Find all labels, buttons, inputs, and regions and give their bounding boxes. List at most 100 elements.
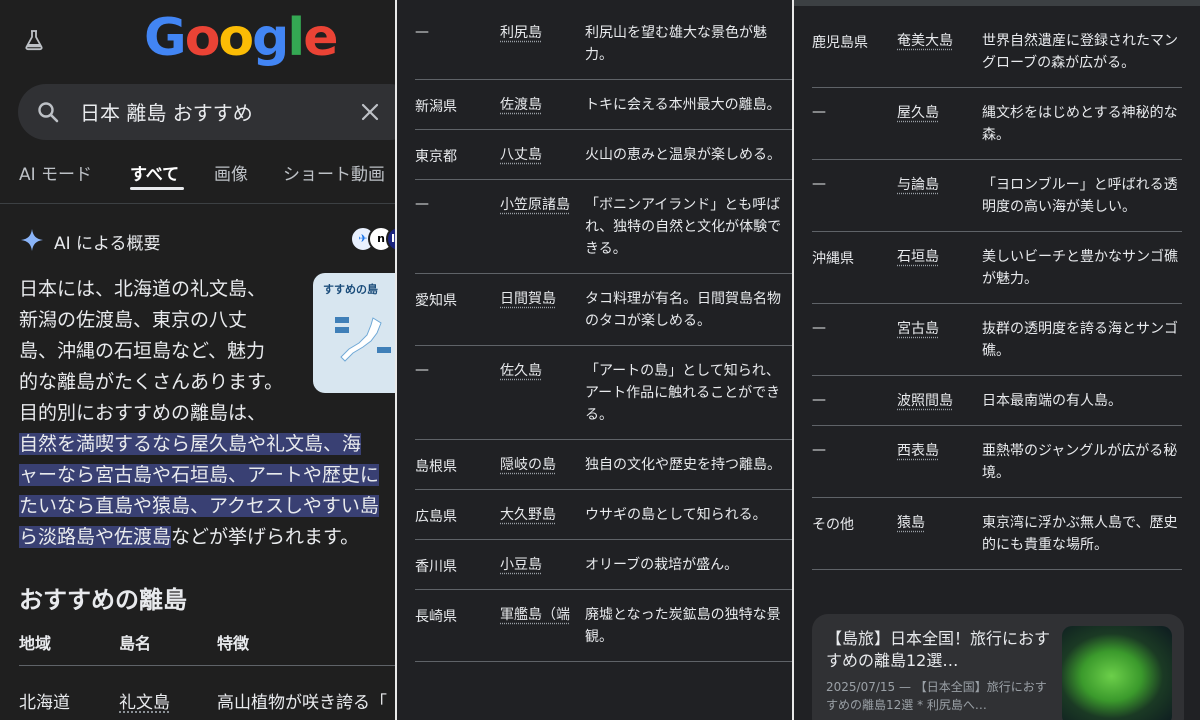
table-row: — 宮古島 抜群の透明度を誇る海とサンゴ礁。 [812, 304, 1182, 376]
tab-ai-mode[interactable]: AI モード [19, 160, 92, 185]
table-cell-feature: タコ料理が有名。日間賀島名物のタコが楽しめる。 [585, 291, 781, 329]
table-cell-region: — [812, 320, 826, 336]
table-cell-feature: 抜群の透明度を誇る海とサンゴ礁。 [982, 321, 1178, 359]
table-cell-region: 香川県 [415, 559, 457, 575]
table-cell-region: — [812, 392, 826, 408]
news-result-card[interactable]: 【島旅】日本全国！旅行におすすめの離島12選… 2025/07/15 — 【日本… [812, 614, 1184, 720]
column-header-feature: 特徴 [217, 634, 250, 653]
summary-line: 自然を満喫するなら屋久島や礼文島、海 [19, 429, 395, 460]
highlighted-text[interactable]: ャーなら宮古島や石垣島、アートや歴史に [19, 464, 379, 486]
table-cell-region: — [415, 24, 429, 40]
table-cell-region: 島根県 [415, 459, 457, 475]
table-cell-region: 愛知県 [415, 293, 457, 309]
table-row: その他 猿島 東京湾に浮かぶ無人島で、歴史的にも貴重な場所。 [812, 498, 1182, 570]
table-cell-feature: 世界自然遺産に登録されたマングローブの森が広がる。 [982, 33, 1178, 71]
recommended-islands-heading: おすすめの離島 [19, 586, 187, 614]
source-icons[interactable]: ✈ n IIS [330, 226, 395, 254]
table-cell-island-link[interactable]: 屋久島 [897, 102, 967, 124]
table-row: 島根県 隠岐の島 独自の文化や歴史を持つ離島。 [415, 440, 792, 490]
tab-short-videos[interactable]: ショート動画 [283, 160, 385, 185]
logo-letter: e [303, 8, 338, 68]
table-row: 愛知県 日間賀島 タコ料理が有名。日間賀島名物のタコが楽しめる。 [415, 274, 792, 346]
table-row: — 与論島 「ヨロンブルー」と呼ばれる透明度の高い海が美しい。 [812, 160, 1182, 232]
highlighted-text[interactable]: たいなら直島や猿島、アクセスしやすい島 [19, 495, 379, 517]
summary-text: 的な離島がたくさんあります。 [19, 371, 284, 393]
table-cell-region: — [812, 104, 826, 120]
summary-line: 新潟の佐渡島、東京の八丈 [19, 305, 395, 336]
table-cell-island-link[interactable]: 佐久島 [500, 360, 570, 382]
table-row: — 西表島 亜熱帯のジャングルが広がる秘境。 [812, 426, 1182, 498]
tab-all[interactable]: すべて [130, 160, 179, 185]
table-cell-island-link[interactable]: 小豆島 [500, 554, 570, 576]
table-cell-feature: トキに会える本州最大の離島。 [585, 97, 781, 113]
islands-table-panel-2: — 利尻島 利尻山を望む雄大な景色が魅力。 新潟県 佐渡島 トキに会える本州最大の離島。東… [397, 0, 792, 720]
logo-letter: g [252, 8, 289, 68]
table-cell-feature: 「アートの島」として知られ、アート作品に触れることができる。 [585, 363, 781, 423]
table-cell-feature: 火山の恵みと温泉が楽しめる。 [585, 147, 781, 163]
table-cell-island-link[interactable]: 与論島 [897, 174, 967, 196]
table-cell-feature: 「ボニンアイランド」とも呼ばれ、独特の自然と文化が体験できる。 [585, 197, 782, 257]
ai-overview-summary: 日本には、北海道の礼文島、新潟の佐渡島、東京の八丈島、沖縄の石垣島など、魅力 的な… [19, 274, 395, 553]
summary-line: 的な離島がたくさんあります。 [19, 367, 395, 398]
table-cell-region: 北海道 [19, 693, 70, 713]
labs-flask-icon[interactable] [22, 28, 46, 52]
search-bar[interactable]: 日本 離島 おすすめ [18, 84, 395, 140]
summary-line: 日本には、北海道の礼文島、 [19, 274, 395, 305]
table-cell-region: 長崎県 [415, 609, 457, 625]
table-cell-island-link[interactable]: 石垣島 [897, 246, 967, 268]
active-tab-indicator [130, 187, 184, 190]
table-cell-island-link[interactable]: 日間賀島 [500, 288, 570, 310]
table-cell-feature: 東京湾に浮かぶ無人島で、歴史的にも貴重な場所。 [982, 515, 1178, 553]
top-status-strip [794, 0, 1200, 6]
table-cell-feature: 縄文杉をはじめとする神秘的な森。 [982, 105, 1178, 143]
summary-text: 日本には、北海道の礼文島、 [19, 278, 267, 300]
table-row: 沖縄県 石垣島 美しいビーチと豊かなサンゴ礁が魅力。 [812, 232, 1182, 304]
summary-line: ャーなら宮古島や石垣島、アートや歴史に [19, 460, 395, 491]
table-cell-feature: 独自の文化や歴史を持つ離島。 [585, 457, 781, 473]
table-cell-region: — [415, 196, 429, 212]
table-row: — 波照間島 日本最南端の有人島。 [812, 376, 1182, 426]
table-cell-island-link[interactable]: 宮古島 [897, 318, 967, 340]
table-cell-island-link[interactable]: 軍艦島（端 [500, 604, 570, 626]
table-row: — 小笠原諸島 「ボニンアイランド」とも呼ばれ、独特の自然と文化が体験できる。 [415, 180, 792, 274]
table-cell-island-link[interactable]: 隠岐の島 [500, 454, 570, 476]
table-cell-feature: 「ヨロンブルー」と呼ばれる透明度の高い海が美しい。 [982, 177, 1178, 215]
table-cell-island-link[interactable]: 西表島 [897, 440, 967, 462]
search-icon [38, 102, 59, 123]
ai-spark-icon [21, 229, 43, 251]
table-cell-island-link[interactable]: 猿島 [897, 512, 967, 534]
table-cell-island-link[interactable]: 小笠原諸島 [500, 194, 570, 216]
google-doodle-logo[interactable]: Google [144, 8, 339, 68]
table-cell-island-link[interactable]: 佐渡島 [500, 94, 570, 116]
logo-letter: G [144, 8, 187, 68]
table-cell-region: — [812, 442, 826, 458]
table-row: 長崎県 軍艦島（端 廃墟となった炭鉱島の独特な景観。 [415, 590, 792, 662]
table-cell-island-link[interactable]: 大久野島 [500, 504, 570, 526]
search-results-panel: Google 日本 離島 おすすめ AI モード すべて 画像 ショート動画 A… [0, 0, 395, 720]
summary-line: 目的別におすすめの離島は、 [19, 398, 395, 429]
table-row: 広島県 大久野島 ウサギの島として知られる。 [415, 490, 792, 540]
table-cell-island-link[interactable]: 奄美大島 [897, 30, 967, 52]
summary-text: などが挙げられます。 [171, 526, 360, 548]
search-input[interactable]: 日本 離島 おすすめ [80, 97, 253, 126]
summary-text: 島、沖縄の石垣島など、魅力 [19, 340, 266, 362]
highlighted-text[interactable]: ら淡路島や佐渡島 [19, 526, 172, 548]
news-snippet: 2025/07/15 — 【日本全国】旅行におすすめの離島12選 * 利尻島へ… [826, 680, 1047, 712]
table-cell-island-link[interactable]: 利尻島 [500, 22, 570, 44]
table-cell-feature: 高山植物が咲き誇る「 [217, 693, 387, 713]
logo-letter: o [218, 8, 254, 68]
table-row: 鹿児島県 奄美大島 世界自然遺産に登録されたマングローブの森が広がる。 [812, 16, 1182, 88]
clear-icon[interactable] [358, 100, 382, 124]
table-cell-island-link[interactable]: 八丈島 [500, 144, 570, 166]
table-cell-island-link[interactable]: 礼文島 [119, 688, 170, 713]
column-header-island: 島名 [119, 634, 152, 653]
logo-letter: l [287, 8, 305, 68]
table-row: — 利尻島 利尻山を望む雄大な景色が魅力。 [415, 8, 792, 80]
tab-images[interactable]: 画像 [214, 160, 248, 185]
table-cell-feature: 利尻山を望む雄大な景色が魅力。 [585, 25, 767, 63]
table-cell-island-link[interactable]: 波照間島 [897, 390, 967, 412]
news-title[interactable]: 【島旅】日本全国！旅行におすすめの離島12選… [826, 628, 1056, 672]
summary-line: ら淡路島や佐渡島などが挙げられます。 [19, 522, 395, 553]
highlighted-text[interactable]: 自然を満喫するなら屋久島や礼文島、海 [19, 433, 362, 455]
news-thumbnail[interactable] [1062, 626, 1172, 720]
